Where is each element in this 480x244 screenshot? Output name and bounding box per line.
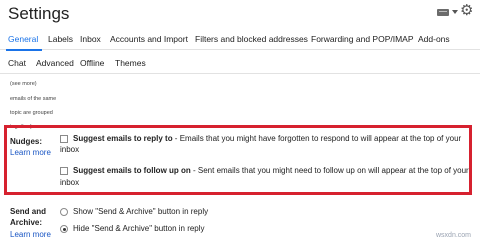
- suggest-reply-wrap: inbox: [60, 145, 80, 154]
- gear-icon[interactable]: ⚙: [460, 3, 473, 18]
- show-send-archive-radio[interactable]: [60, 208, 68, 216]
- suggest-reply-title: Suggest emails to reply to: [73, 134, 173, 143]
- tab-accounts-and-import[interactable]: Accounts and Import: [110, 34, 188, 44]
- suggest-reply-description: - Emails that you might have forgotten t…: [172, 134, 462, 143]
- tab-chat[interactable]: Chat: [8, 58, 26, 68]
- tab-offline[interactable]: Offline: [80, 58, 104, 68]
- send-archive-learn-more-link[interactable]: Learn more: [10, 230, 51, 239]
- settings-tabs-secondary: Chat Advanced Offline Themes: [0, 54, 480, 74]
- hide-send-archive-label: Hide "Send & Archive" button in reply: [73, 224, 205, 233]
- nudges-learn-more-link[interactable]: Learn more: [10, 148, 51, 157]
- suggest-follow-up-description: - Sent emails that you might need to fol…: [190, 166, 469, 175]
- suggest-follow-up-title: Suggest emails to follow up on: [73, 166, 191, 175]
- tab-inbox[interactable]: Inbox: [80, 34, 101, 44]
- truncated-description-line: emails of the same: [10, 96, 57, 102]
- send-archive-label-line1: Send and: [10, 207, 47, 216]
- tab-add-ons[interactable]: Add-ons: [418, 34, 450, 44]
- page-title: Settings: [8, 4, 70, 23]
- tab-forwarding-and-pop-imap[interactable]: Forwarding and POP/IMAP: [311, 34, 414, 44]
- tab-labels[interactable]: Labels: [48, 34, 73, 44]
- suggest-follow-up-option: Suggest emails to follow up on - Sent em…: [73, 166, 469, 176]
- tab-general[interactable]: General: [8, 34, 38, 44]
- send-archive-label-line2: Archive:: [10, 218, 43, 227]
- show-send-archive-label: Show "Send & Archive" button in reply: [73, 207, 209, 216]
- settings-header: Settings ⚙: [0, 0, 480, 24]
- suggest-follow-up-wrap: inbox: [60, 178, 80, 187]
- nudges-label: Nudges:: [10, 137, 42, 146]
- watermark: wsxdn.com: [436, 232, 472, 239]
- suggest-reply-checkbox[interactable]: [60, 135, 68, 143]
- tab-themes[interactable]: Themes: [115, 58, 146, 68]
- suggest-follow-up-checkbox[interactable]: [60, 167, 68, 175]
- caret-down-icon[interactable]: [452, 10, 458, 14]
- truncated-description-line: topic are grouped: [10, 110, 53, 116]
- truncated-description-line: (see more): [10, 81, 37, 87]
- keyboard-icon[interactable]: [437, 9, 449, 16]
- active-tab-indicator: [6, 49, 42, 51]
- settings-tabs-primary: General Labels Inbox Accounts and Import…: [0, 30, 480, 51]
- suggest-reply-option: Suggest emails to reply to - Emails that…: [73, 134, 461, 144]
- tab-filters-and-blocked-addresses[interactable]: Filters and blocked addresses: [195, 34, 308, 44]
- hide-send-archive-radio[interactable]: [60, 225, 68, 233]
- tab-advanced[interactable]: Advanced: [36, 58, 74, 68]
